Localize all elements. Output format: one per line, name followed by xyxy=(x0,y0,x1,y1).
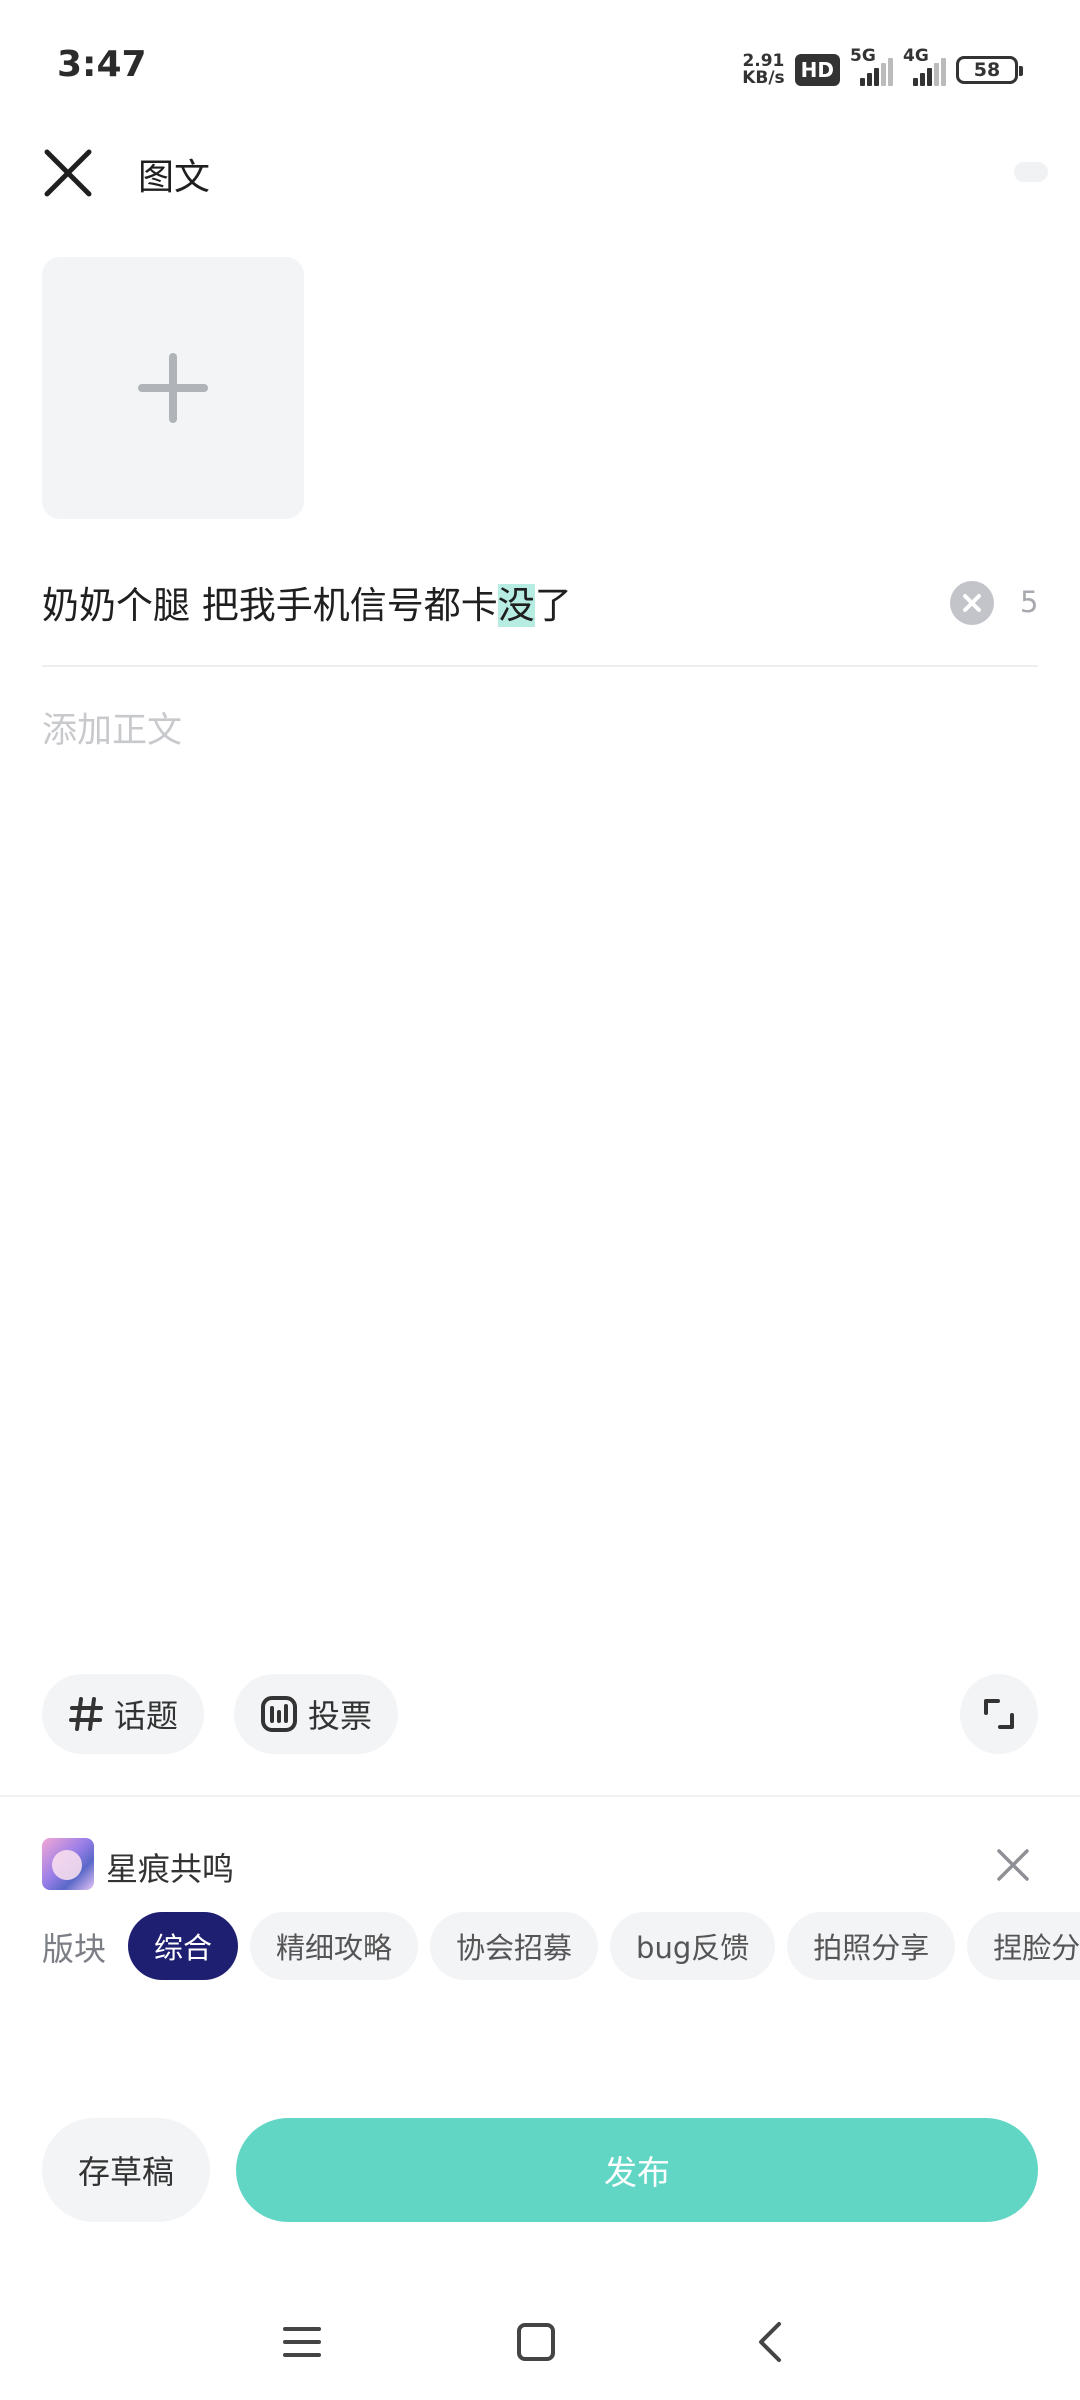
title-text-before: 奶奶个腿 把我手机信号都卡 xyxy=(42,584,498,627)
section-label: 版块 xyxy=(42,1930,107,1968)
game-avatar xyxy=(42,1838,94,1890)
section-chip-guides[interactable]: 精细攻略 xyxy=(250,1912,419,1980)
game-name: 星痕共鸣 xyxy=(106,1850,235,1888)
close-icon[interactable] xyxy=(42,147,94,199)
topic-button[interactable]: 话题 xyxy=(42,1674,205,1754)
plus-icon xyxy=(138,353,208,423)
save-draft-button[interactable]: 存草稿 xyxy=(42,2118,210,2222)
system-nav-bar xyxy=(0,2300,1080,2380)
title-text[interactable]: 奶奶个腿 把我手机信号都卡没了 xyxy=(42,575,572,629)
hd-badge: HD xyxy=(794,54,840,86)
back-icon[interactable] xyxy=(740,2312,800,2372)
section-chip-bug-report[interactable]: bug反馈 xyxy=(610,1912,776,1980)
topic-label: 话题 xyxy=(114,1697,179,1735)
title-text-after: 了 xyxy=(534,584,572,627)
expand-icon xyxy=(984,1699,1014,1729)
hashtag-icon xyxy=(69,1697,103,1731)
title-char-count: 5 xyxy=(1020,585,1039,619)
poll-label: 投票 xyxy=(308,1697,373,1735)
add-image-button[interactable] xyxy=(42,257,304,519)
title-input[interactable]: 奶奶个腿 把我手机信号都卡没了 5 xyxy=(42,565,1038,667)
network-speed: 2.91 KB/s xyxy=(742,53,784,87)
publish-button[interactable]: 发布 xyxy=(236,2118,1038,2222)
section-chip-photo-share[interactable]: 拍照分享 xyxy=(787,1912,956,1980)
page-title: 图文 xyxy=(138,157,211,198)
section-chip-face-share[interactable]: 捏脸分享 xyxy=(967,1912,1080,1980)
clear-icon xyxy=(963,594,981,612)
body-input[interactable]: 添加正文 xyxy=(42,702,182,753)
signal-5g-icon: 5G xyxy=(850,46,893,86)
header-action-pill[interactable] xyxy=(1014,162,1048,182)
poll-icon xyxy=(261,1696,297,1732)
signal-4g-label: 4G xyxy=(903,46,929,66)
title-text-selection: 没 xyxy=(497,584,535,627)
remove-game-icon[interactable] xyxy=(994,1846,1032,1884)
status-icons: 2.91 KB/s HD 5G 4G 58 xyxy=(742,46,1023,90)
battery-icon: 58 xyxy=(956,56,1023,84)
section-chip-list: 综合 精细攻略 协会招募 bug反馈 拍照分享 捏脸分享 xyxy=(128,1912,1080,1980)
network-speed-unit: KB/s xyxy=(742,68,785,88)
divider xyxy=(0,1795,1080,1797)
clear-title-button[interactable] xyxy=(950,581,994,625)
section-chip-general[interactable]: 综合 xyxy=(128,1912,239,1980)
signal-4g-icon: 4G xyxy=(903,46,946,86)
expand-button[interactable] xyxy=(960,1674,1038,1754)
menu-icon[interactable] xyxy=(272,2312,332,2372)
status-time: 3:47 xyxy=(57,44,147,85)
poll-button[interactable]: 投票 xyxy=(234,1674,399,1754)
home-icon[interactable] xyxy=(506,2312,566,2372)
status-bar: 3:47 2.91 KB/s HD 5G 4G 58 xyxy=(0,0,1080,140)
section-chip-recruit[interactable]: 协会招募 xyxy=(430,1912,599,1980)
signal-5g-label: 5G xyxy=(850,46,876,66)
section-selector: 版块 综合 精细攻略 协会招募 bug反馈 拍照分享 捏脸分享 xyxy=(42,1912,1080,1982)
header: 图文 xyxy=(0,130,1080,220)
game-selector[interactable]: 星痕共鸣 xyxy=(42,1838,1038,1894)
